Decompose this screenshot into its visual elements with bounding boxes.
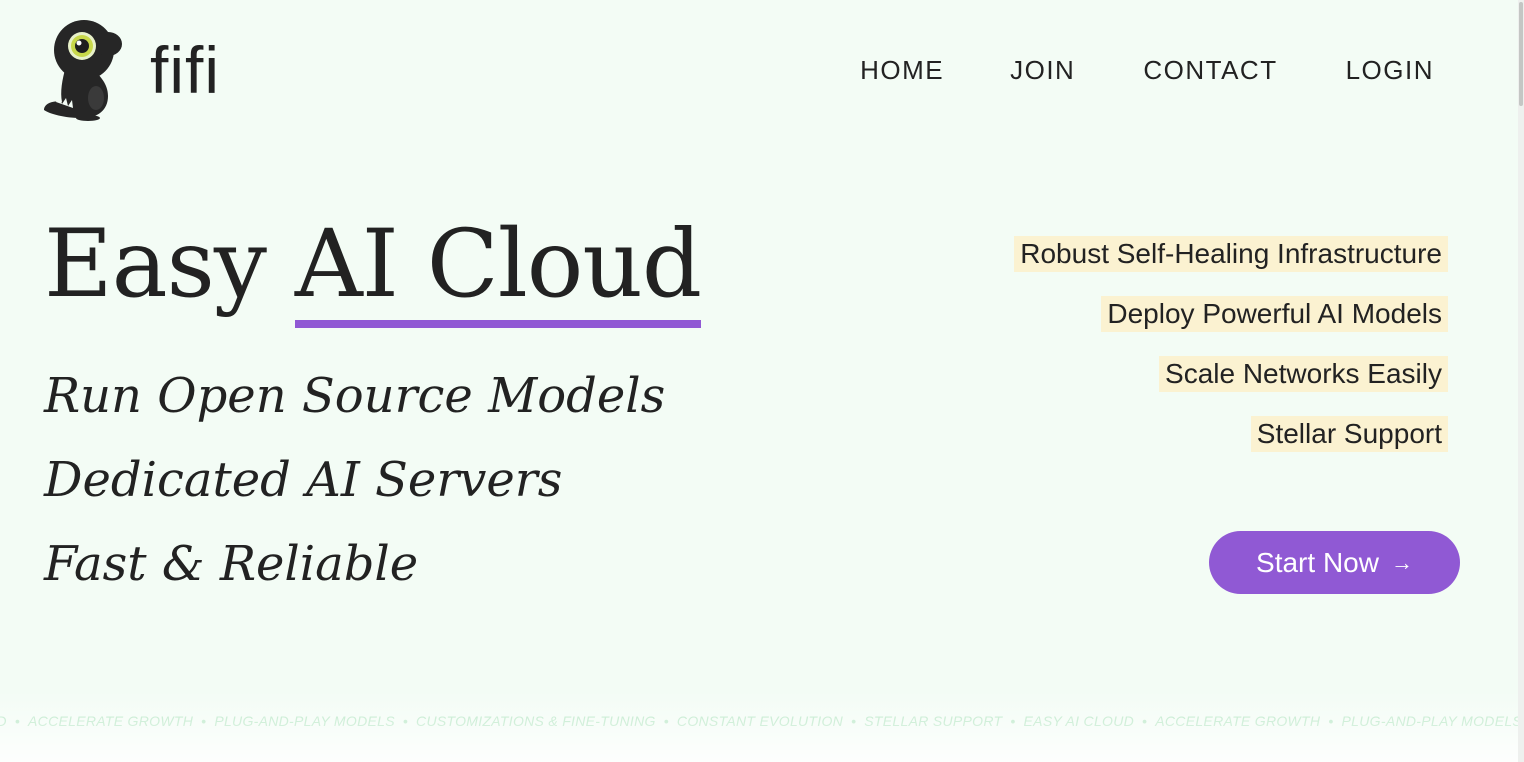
marquee-item: CONSTANT EVOLUTION [676, 713, 844, 729]
feature-item: Deploy Powerful AI Models [1101, 296, 1448, 332]
tagline-fast-reliable: Fast & Reliable [44, 536, 419, 592]
marquee-separator: • [1010, 713, 1016, 729]
start-now-button[interactable]: Start Now → [1209, 531, 1460, 594]
marquee-item: STELLAR SUPPORT [864, 713, 1003, 729]
marquee-separator: • [14, 713, 21, 729]
hero-title-accent: AI Cloud [294, 200, 702, 330]
marquee-separator: • [1328, 713, 1334, 729]
tagline-dedicated-servers: Dedicated AI Servers [44, 452, 563, 508]
marquee-item: UD [0, 713, 7, 729]
feature-item: Scale Networks Easily [1159, 356, 1448, 392]
nav-contact[interactable]: CONTACT [1143, 52, 1277, 88]
accent-underline [294, 320, 702, 328]
nav-join[interactable]: JOIN [1010, 52, 1075, 88]
marquee-item: ACCELERATE GROWTH [28, 713, 194, 729]
scrollbar-thumb[interactable] [1519, 2, 1523, 106]
landing-page: fifi HOME JOIN CONTACT LOGIN Easy AI Clo… [0, 0, 1518, 762]
feature-item: Stellar Support [1250, 416, 1448, 452]
feature-item: Robust Self-Healing Infrastructure [1014, 236, 1448, 272]
start-now-label: Start Now [1256, 546, 1379, 578]
marquee-item: CUSTOMIZATIONS & FINE-TUNING [416, 713, 656, 729]
marquee-separator: • [402, 713, 409, 729]
arrow-right-icon: → [1390, 549, 1413, 575]
nav-login[interactable]: LOGIN [1346, 52, 1434, 88]
marquee-separator: • [201, 713, 207, 729]
page-scrollbar[interactable] [1518, 0, 1524, 762]
marquee-item: PLUG-AND-PLAY MODELS [214, 713, 395, 729]
marquee-item: PLUG-AND-PLAY MODELS [1341, 713, 1518, 729]
hero-title-plain: Easy [44, 210, 295, 319]
hero-title-accent-text: AI Cloud [294, 210, 702, 319]
hero-title: Easy AI Cloud [44, 200, 702, 330]
nav-home[interactable]: HOME [860, 52, 944, 88]
marquee-separator: • [851, 713, 857, 729]
marquee-item: ACCELERATE GROWTH [1155, 713, 1321, 729]
main-nav: HOME JOIN CONTACT LOGIN [860, 52, 1434, 88]
marquee-separator: • [663, 713, 669, 729]
marquee-separator: • [1142, 713, 1148, 729]
feature-list: Robust Self-Healing Infrastructure Deplo… [1014, 236, 1448, 476]
marquee-item: EASY AI CLOUD [1023, 713, 1135, 729]
marquee-track: UD • ACCELERATE GROWTH • PLUG-AND-PLAY MODEL… [0, 712, 1518, 730]
feature-marquee: UD • ACCELERATE GROWTH • PLUG-AND-PLAY MODEL… [0, 706, 1518, 736]
brand-name[interactable]: fifi [150, 30, 220, 110]
tagline-open-source: Run Open Source Models [44, 368, 666, 424]
dinosaur-mascot-icon[interactable] [42, 18, 126, 122]
